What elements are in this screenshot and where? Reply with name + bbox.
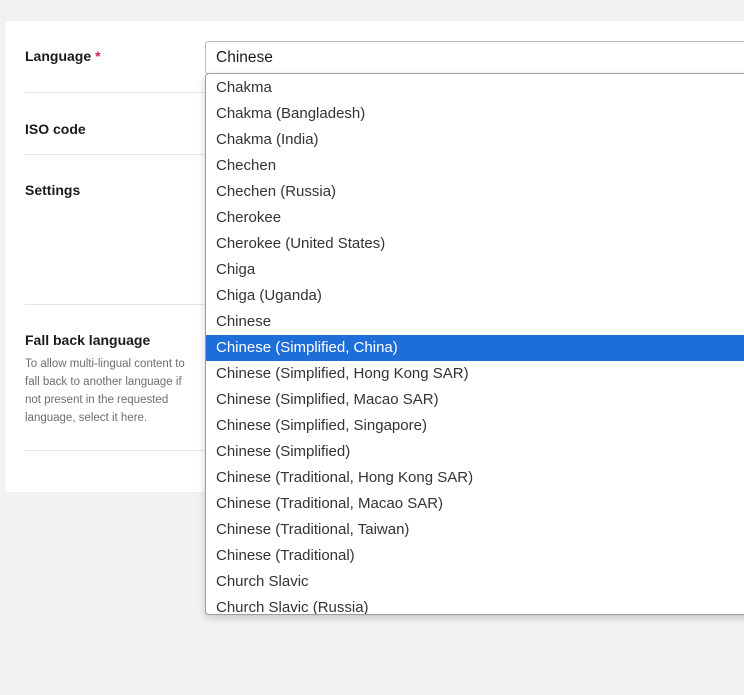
dropdown-option[interactable]: Chakma (Bangladesh) <box>206 101 744 127</box>
dropdown-option[interactable]: Chiga (Uganda) <box>206 283 744 309</box>
fallback-help-text: To allow multi-lingual content to fall b… <box>25 358 185 424</box>
dropdown-option[interactable]: Chinese (Simplified) <box>206 439 744 465</box>
dropdown-option[interactable]: Chinese (Traditional, Taiwan) <box>206 517 744 543</box>
dropdown-option[interactable]: Chiga <box>206 257 744 283</box>
dropdown-option[interactable]: Chinese <box>206 309 744 335</box>
dropdown-option[interactable]: Chinese (Simplified, China) <box>206 335 744 361</box>
language-select[interactable]: Chinese <box>205 41 744 74</box>
settings-label: Settings <box>25 182 81 198</box>
dropdown-option[interactable]: Chechen (Russia) <box>206 179 744 205</box>
dropdown-option[interactable]: Chinese (Traditional) <box>206 543 744 569</box>
required-marker: * <box>95 48 101 64</box>
dropdown-option[interactable]: Chinese (Traditional, Hong Kong SAR) <box>206 465 744 491</box>
language-label-text: Language <box>25 48 92 64</box>
dropdown-option[interactable]: Chinese (Simplified, Macao SAR) <box>206 387 744 413</box>
dropdown-option[interactable]: Cherokee (United States) <box>206 231 744 257</box>
fallback-label: Fall back language <box>25 332 151 348</box>
dropdown-option[interactable]: Church Slavic (Russia) <box>206 595 744 614</box>
dropdown-option[interactable]: Cherokee <box>206 205 744 231</box>
dropdown-option[interactable]: Chechen <box>206 153 744 179</box>
language-label: Language * <box>25 48 101 64</box>
dropdown-option[interactable]: Chakma <box>206 75 744 101</box>
dropdown-option[interactable]: Chinese (Simplified, Hong Kong SAR) <box>206 361 744 387</box>
iso-code-label: ISO code <box>25 121 86 137</box>
dropdown-option[interactable]: Chinese (Traditional, Macao SAR) <box>206 491 744 517</box>
dropdown-option[interactable]: Chinese (Simplified, Singapore) <box>206 413 744 439</box>
dropdown-option[interactable]: Church Slavic <box>206 569 744 595</box>
language-dropdown-list[interactable]: Chakma Chakma (Bangladesh) Chakma (India) C… <box>205 73 744 615</box>
dropdown-option[interactable]: Chakma (India) <box>206 127 744 153</box>
